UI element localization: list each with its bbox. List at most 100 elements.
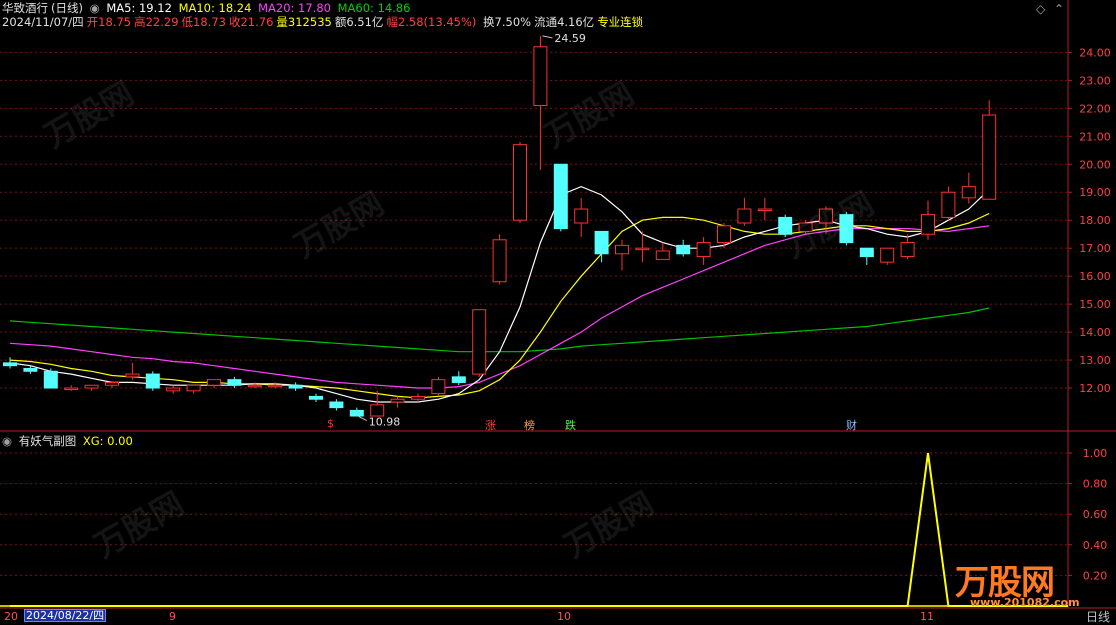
quote-float: 流通4.16亿 xyxy=(534,15,595,29)
candle xyxy=(757,208,772,212)
candle xyxy=(941,191,956,218)
price-tick-label: 19.00 xyxy=(1079,186,1111,199)
diamond-icon[interactable]: ◇ xyxy=(1036,2,1045,16)
quote-volume: 量312535 xyxy=(276,15,332,29)
candle xyxy=(186,384,201,392)
candle xyxy=(43,370,58,389)
indicator-tick-label: 0.80 xyxy=(1083,478,1108,491)
candle xyxy=(839,214,854,244)
candle xyxy=(819,208,833,224)
candle xyxy=(370,404,385,417)
candle xyxy=(655,250,670,260)
candle xyxy=(390,398,405,403)
low-marker-label: 10.98 xyxy=(369,416,401,429)
candle xyxy=(553,163,568,230)
quote-low: 低18.73 xyxy=(181,15,226,29)
candle xyxy=(574,208,589,224)
price-tick-label: 20.00 xyxy=(1079,158,1111,171)
candle xyxy=(696,242,711,258)
quote-change: 幅2.58(13.45%) xyxy=(386,15,477,29)
ma20-label: MA20: 17.80 xyxy=(258,1,331,15)
candle xyxy=(778,216,793,235)
date-cursor-label: 2024/08/22/四 xyxy=(24,609,107,622)
quote-row: 2024/11/07/四 开18.75 高22.29 低18.73 收21.76 量312… xyxy=(2,15,646,30)
candle xyxy=(105,381,119,386)
chart-canvas: 24.00 23.00 22.00 21.00 20.00 19.00 18.00 17.00… xyxy=(0,0,1116,609)
candle xyxy=(288,384,303,389)
price-tick-label: 18.00 xyxy=(1079,214,1111,227)
candle xyxy=(513,144,527,221)
indicator-name[interactable]: 有妖气副图 xyxy=(19,434,77,448)
indicator-settings-icon[interactable]: ◉ xyxy=(2,434,12,448)
quote-turnover: 换7.50% xyxy=(483,15,532,29)
price-tick-label: 22.00 xyxy=(1079,102,1111,115)
quote-close: 收21.76 xyxy=(228,15,274,29)
candle xyxy=(859,247,874,258)
quote-high: 高22.29 xyxy=(134,15,179,29)
event-tag-s[interactable]: $ xyxy=(327,417,334,430)
candle xyxy=(23,367,38,372)
period-label: (日线) xyxy=(51,1,83,15)
candle xyxy=(268,384,283,388)
event-tag-bang[interactable]: 榜 xyxy=(524,417,535,433)
date-axis-month-11: 11 xyxy=(920,610,934,623)
candle xyxy=(64,387,79,391)
stock-name[interactable]: 华致酒行 xyxy=(2,1,48,15)
logo-url: www.201082.com xyxy=(970,596,1080,609)
high-marker-line xyxy=(542,35,553,39)
ma10-label: MA10: 18.24 xyxy=(178,1,252,15)
ma60-line xyxy=(9,307,990,353)
period-button[interactable]: 日线 xyxy=(1086,608,1110,625)
candle xyxy=(207,379,221,386)
price-tick-label: 14.00 xyxy=(1079,326,1111,339)
candle xyxy=(329,401,344,409)
price-tick-label: 17.00 xyxy=(1079,242,1111,255)
indicator-tick-label: 0.20 xyxy=(1083,569,1108,582)
high-marker-label: 24.59 xyxy=(554,32,586,45)
candle xyxy=(798,222,813,232)
xg-line xyxy=(10,452,1068,607)
event-tag-cai[interactable]: 财 xyxy=(846,417,857,433)
candle xyxy=(247,384,262,388)
price-tick-label: 23.00 xyxy=(1079,74,1111,87)
quote-amount: 额6.51亿 xyxy=(334,15,384,29)
indicator-tick-label: 0.60 xyxy=(1083,508,1108,521)
candle xyxy=(3,362,17,367)
candle xyxy=(84,384,99,389)
date-axis-month-10: 10 xyxy=(557,610,571,623)
candle xyxy=(961,186,976,199)
candle xyxy=(615,244,629,255)
indicator-tick-label: 0.40 xyxy=(1083,539,1108,552)
price-tick-label: 21.00 xyxy=(1079,130,1111,143)
candle xyxy=(900,242,915,258)
candle xyxy=(982,114,997,200)
quote-date: 2024/11/07/四 xyxy=(2,15,84,29)
indicator-tick-label: 1.00 xyxy=(1083,447,1108,460)
candle xyxy=(411,395,425,400)
candle xyxy=(309,395,323,400)
chevron-up-icon[interactable]: ⌃ xyxy=(1054,2,1064,16)
price-tick-label: 24.00 xyxy=(1079,46,1111,59)
price-tick-label: 16.00 xyxy=(1079,270,1111,283)
industry-link[interactable]: 专业连锁 xyxy=(597,15,643,29)
candle xyxy=(227,379,242,386)
candle xyxy=(880,247,895,263)
date-axis-month-9: 9 xyxy=(169,610,176,623)
candle xyxy=(594,230,609,255)
event-tag-zhang[interactable]: 涨 xyxy=(485,417,496,433)
candle xyxy=(349,409,364,417)
candle xyxy=(145,373,160,389)
quote-open: 开18.75 xyxy=(86,15,132,29)
candle xyxy=(492,239,507,283)
date-axis-start: 20 xyxy=(4,610,18,623)
event-tag-die[interactable]: 跌 xyxy=(565,417,576,433)
candle xyxy=(676,244,691,255)
low-marker-line xyxy=(358,416,368,422)
indicator-header: ◉ 有妖气副图 XG: 0.00 xyxy=(2,434,136,449)
candle xyxy=(717,225,731,244)
candle xyxy=(635,247,650,251)
price-tick-label: 12.00 xyxy=(1079,382,1111,395)
settings-icon[interactable]: ◉ xyxy=(90,1,100,15)
price-tick-label: 15.00 xyxy=(1079,298,1111,311)
candle xyxy=(166,387,181,392)
